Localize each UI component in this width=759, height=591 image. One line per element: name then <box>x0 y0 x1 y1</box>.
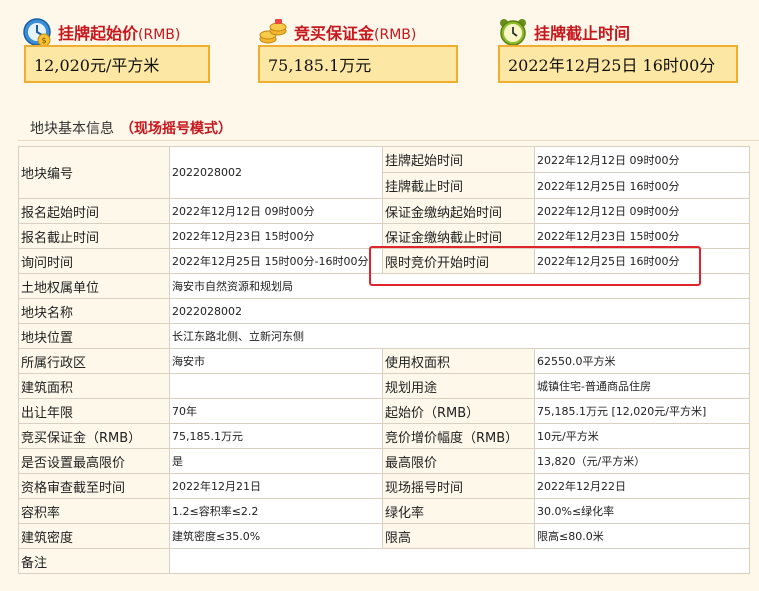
inquiry-label: 询问时间 <box>18 248 170 274</box>
section-divider <box>18 140 759 141</box>
qual-deadline-value: 2022年12月21日 <box>169 473 383 499</box>
reg-start-value: 2022年12月12日 09时00分 <box>169 198 383 224</box>
inquiry-value: 2022年12月25日 15时00分-16时00分 <box>169 248 383 274</box>
use-area-label: 使用权面积 <box>382 348 535 374</box>
row-deposit-label: 竞买保证金（RMB） <box>18 423 170 449</box>
max-limit-set-label: 是否设置最高限价 <box>18 448 170 474</box>
planned-use-value: 城镇住宅-普通商品住房 <box>534 373 750 399</box>
dep-end-value: 2022年12月23日 15时00分 <box>534 223 750 249</box>
table-row: 地块编号 2022028002 挂牌起始时间 2022年12月12日 09时00… <box>18 146 750 199</box>
table-row: 建筑密度 建筑密度≤35.0% 限高 限高≤80.0米 <box>18 523 750 549</box>
location-label: 地块位置 <box>18 323 170 349</box>
section-title: 地块基本信息 （现场摇号模式） <box>30 118 232 138</box>
money-clock-icon: $ <box>22 17 52 47</box>
table-row: 报名起始时间 2022年12月12日 09时00分 保证金缴纳起始时间 2022… <box>18 198 750 224</box>
row-start-price-value: 75,185.1万元 [12,020元/平方米] <box>534 398 750 424</box>
table-row: 备注 <box>18 548 750 574</box>
location-value: 长江东路北侧、立新河东侧 <box>169 323 750 349</box>
district-value: 海安市 <box>169 348 383 374</box>
gold-coins-icon <box>258 17 288 47</box>
far-label: 容积率 <box>18 498 170 524</box>
term-value: 70年 <box>169 398 383 424</box>
reg-end-label: 报名截止时间 <box>18 223 170 249</box>
density-label: 建筑密度 <box>18 523 170 549</box>
reg-end-value: 2022年12月23日 15时00分 <box>169 223 383 249</box>
bid-start-label: 限时竞价开始时间 <box>382 248 535 274</box>
deposit-value: 75,185.1万元 <box>258 45 458 83</box>
parcel-name-value: 2022028002 <box>169 298 750 324</box>
parcel-name-label: 地块名称 <box>18 298 170 324</box>
term-label: 出让年限 <box>18 398 170 424</box>
green-value: 30.0%≤绿化率 <box>534 498 750 524</box>
listing-end-label: 挂牌截止时间 <box>382 172 535 199</box>
table-row: 地块位置 长江东路北侧、立新河东侧 <box>18 323 750 349</box>
bid-start-value: 2022年12月25日 16时00分 <box>534 248 750 274</box>
listing-start-value: 2022年12月12日 09时00分 <box>534 146 750 173</box>
density-value: 建筑密度≤35.0% <box>169 523 383 549</box>
qual-deadline-label: 资格审查截至时间 <box>18 473 170 499</box>
table-row: 地块名称 2022028002 <box>18 298 750 324</box>
owner-value: 海安市自然资源和规划局 <box>169 273 750 299</box>
use-area-value: 62550.0平方米 <box>534 348 750 374</box>
alarm-clock-icon <box>498 17 528 47</box>
deposit-unit: (RMB) <box>374 27 417 43</box>
svg-text:$: $ <box>41 36 46 45</box>
far-value: 1.2≤容积率≤2.2 <box>169 498 383 524</box>
dep-start-value: 2022年12月12日 09时00分 <box>534 198 750 224</box>
lottery-time-value: 2022年12月22日 <box>534 473 750 499</box>
row-deposit-value: 75,185.1万元 <box>169 423 383 449</box>
increment-value: 10元/平方米 <box>534 423 750 449</box>
dep-start-label: 保证金缴纳起始时间 <box>382 198 535 224</box>
listing-end-value: 2022年12月25日 16时00分 <box>534 172 750 199</box>
start-price-value: 12,020元/平方米 <box>24 45 210 83</box>
lottery-time-label: 现场摇号时间 <box>382 473 535 499</box>
table-row: 出让年限 70年 起始价（RMB） 75,185.1万元 [12,020元/平方… <box>18 398 750 424</box>
table-row: 土地权属单位 海安市自然资源和规划局 <box>18 273 750 299</box>
start-price-unit: (RMB) <box>138 27 181 43</box>
dep-end-label: 保证金缴纳截止时间 <box>382 223 535 249</box>
section-mode: （现场摇号模式） <box>120 121 232 137</box>
reg-start-label: 报名起始时间 <box>18 198 170 224</box>
increment-label: 竞价增价幅度（RMB） <box>382 423 535 449</box>
row-start-price-label: 起始价（RMB） <box>382 398 535 424</box>
table-row: 资格审查截至时间 2022年12月21日 现场摇号时间 2022年12月22日 <box>18 473 750 499</box>
owner-label: 土地权属单位 <box>18 273 170 299</box>
deposit-label: 竞买保证金 <box>294 24 375 43</box>
table-row: 竞买保证金（RMB） 75,185.1万元 竞价增价幅度（RMB） 10元/平方… <box>18 423 750 449</box>
table-row: 报名截止时间 2022年12月23日 15时00分 保证金缴纳截止时间 2022… <box>18 223 750 249</box>
section-title-text: 地块基本信息 <box>30 121 114 137</box>
start-price-label: 挂牌起始价 <box>58 24 139 43</box>
parcel-no-value: 2022028002 <box>169 146 383 199</box>
table-row: 是否设置最高限价 是 最高限价 13,820（元/平方米） <box>18 448 750 474</box>
district-label: 所属行政区 <box>18 348 170 374</box>
listing-start-label: 挂牌起始时间 <box>382 146 535 173</box>
table-row: 建筑面积 规划用途 城镇住宅-普通商品住房 <box>18 373 750 399</box>
height-label: 限高 <box>382 523 535 549</box>
table-row: 询问时间 2022年12月25日 15时00分-16时00分 限时竞价开始时间 … <box>18 248 750 274</box>
parcel-info-table: 地块编号 2022028002 挂牌起始时间 2022年12月12日 09时00… <box>18 146 750 574</box>
table-row: 所属行政区 海安市 使用权面积 62550.0平方米 <box>18 348 750 374</box>
remarks-label: 备注 <box>18 548 170 574</box>
build-area-value <box>169 373 383 399</box>
height-value: 限高≤80.0米 <box>534 523 750 549</box>
summary-header: $ 挂牌起始价(RMB) 12,020元/平方米 竞买保证金(RMB) 75,1… <box>0 0 759 110</box>
green-label: 绿化率 <box>382 498 535 524</box>
deadline-label: 挂牌截止时间 <box>534 24 631 43</box>
planned-use-label: 规划用途 <box>382 373 535 399</box>
remarks-value <box>169 548 750 574</box>
build-area-label: 建筑面积 <box>18 373 170 399</box>
max-price-value: 13,820（元/平方米） <box>534 448 750 474</box>
parcel-no-label: 地块编号 <box>18 146 170 199</box>
max-limit-set-value: 是 <box>169 448 383 474</box>
max-price-label: 最高限价 <box>382 448 535 474</box>
table-row: 容积率 1.2≤容积率≤2.2 绿化率 30.0%≤绿化率 <box>18 498 750 524</box>
deadline-value: 2022年12月25日 16时00分 <box>498 45 738 83</box>
